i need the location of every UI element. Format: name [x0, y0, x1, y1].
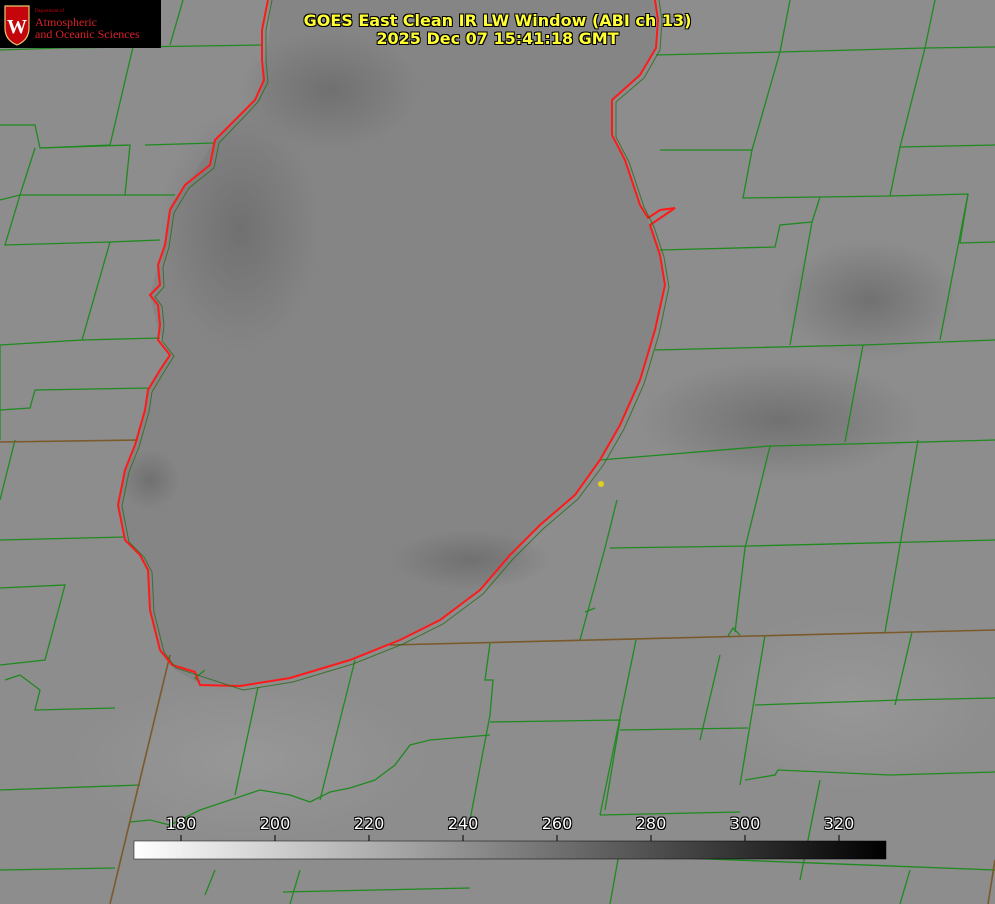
cloud-band [240, 30, 420, 150]
colorbar-tick-label: 300 [729, 814, 761, 833]
station-marker [598, 481, 604, 487]
colorbar-tick-label: 320 [823, 814, 855, 833]
colorbar-tick-label: 240 [447, 814, 479, 833]
satellite-map [0, 0, 995, 904]
land-texture [640, 360, 920, 480]
title-line-product: GOES East Clean IR LW Window (ABI ch 13) [303, 11, 692, 30]
colorbar-tick-label: 200 [259, 814, 291, 833]
colorbar-tick-label: 220 [353, 814, 385, 833]
colorbar [133, 840, 887, 860]
colorbar-tick-label: 280 [635, 814, 667, 833]
colorbar-tick-label: 260 [541, 814, 573, 833]
cloud-band [160, 110, 320, 350]
colorbar-tick-label: 180 [165, 814, 197, 833]
title-line-time: 2025 Dec 07 15:41:18 GMT [376, 29, 619, 48]
image-title: GOES East Clean IR LW Window (ABI ch 13)… [0, 12, 995, 48]
